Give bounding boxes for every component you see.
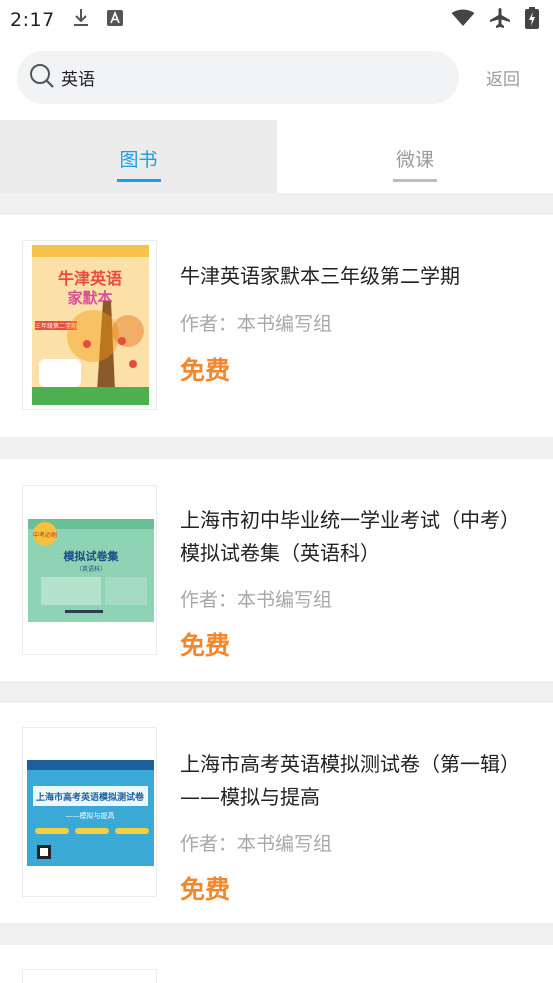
book-price: 免费: [180, 875, 231, 904]
list-separator: [0, 193, 553, 215]
back-button[interactable]: 返回: [486, 65, 520, 90]
book-title: 上海市初中毕业统一学业考试（中考）模拟试卷集（英语科）: [180, 508, 520, 565]
book-price: 免费: [180, 356, 231, 385]
book-list-item[interactable]: 上海市高考英语模拟测试卷 ——模拟与提高 上海市高考英语模拟测试卷（第一辑）——…: [0, 703, 553, 923]
book-price: 免费: [180, 631, 231, 660]
tab-courses-label: 微课: [395, 149, 434, 171]
book-cover: 牛津英语 家默本 三年级第二学期: [22, 240, 157, 410]
font-icon: [106, 10, 123, 30]
download-icon: [73, 8, 89, 32]
book-list-item[interactable]: [0, 945, 553, 983]
status-time: 2:17: [10, 9, 55, 31]
book-author: 作者：本书编写组: [180, 833, 333, 855]
cover-badge-text: 中考必刷: [33, 531, 57, 539]
list-separator: [0, 681, 553, 703]
book-cover: [22, 969, 157, 983]
book-cover: 上海市高考英语模拟测试卷 ——模拟与提高: [22, 727, 157, 897]
book-title: 上海市高考英语模拟测试卷（第一辑）——模拟与提高: [180, 752, 520, 809]
book-cover: 中考必刷 模拟试卷集 （英语科）: [22, 485, 157, 655]
book-author: 作者：本书编写组: [180, 589, 333, 611]
tab-books[interactable]: 图书: [0, 120, 277, 193]
airplane-icon: [489, 7, 511, 33]
search-query: 英语: [61, 70, 95, 90]
cover-heading-text: 上海市高考英语模拟测试卷: [36, 791, 145, 803]
book-title: 牛津英语家默本三年级第二学期: [180, 264, 460, 288]
cover-subheading-text: ——模拟与提高: [66, 811, 115, 820]
cover-banner-text: 牛津英语: [58, 269, 122, 288]
cover-subheading-text: （英语科）: [76, 565, 106, 573]
wifi-icon: [451, 9, 475, 31]
tab-books-label: 图书: [119, 149, 158, 171]
list-separator: [0, 923, 553, 945]
status-bar: 2:17: [0, 0, 553, 40]
list-separator: [0, 437, 553, 459]
search-input[interactable]: 英语: [17, 51, 459, 104]
book-list-item[interactable]: 牛津英语 家默本 三年级第二学期 牛津英语家默本三年级第二学期 作者：本书编写组…: [0, 215, 553, 437]
book-author: 作者：本书编写组: [180, 313, 333, 335]
search-icon: [29, 63, 55, 93]
cover-heading-text: 模拟试卷集: [64, 549, 120, 563]
book-list-item[interactable]: 中考必刷 模拟试卷集 （英语科） 上海市初中毕业统一学业考试（中考）模拟试卷集（…: [0, 459, 553, 681]
battery-icon: [525, 7, 539, 33]
tab-indicator: [393, 179, 437, 182]
tab-micro-courses[interactable]: 微课: [277, 120, 553, 193]
tab-active-indicator: [116, 179, 161, 182]
